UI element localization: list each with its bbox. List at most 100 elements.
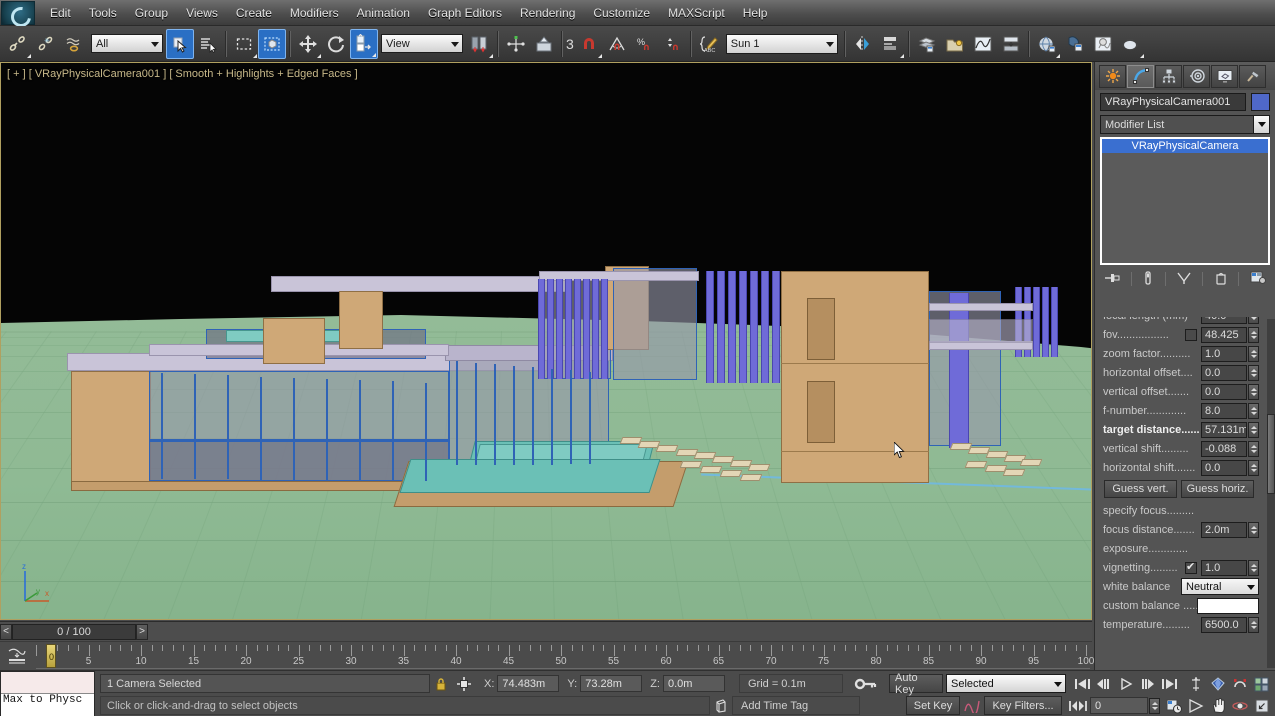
parameter-value-field[interactable]: 0.0 [1201,364,1247,381]
scrollbar-thumb[interactable] [1267,414,1275,494]
percent-snap-toggle-button[interactable]: % [631,29,659,59]
parameter-spinner[interactable] [1248,326,1259,343]
render-setup-button[interactable] [1061,29,1089,59]
set-key-button[interactable]: Set Key [906,696,960,715]
parameter-spinner[interactable] [1248,317,1259,324]
add-time-tag[interactable]: Add Time Tag [732,696,860,715]
parameter-spinner[interactable] [1248,383,1259,400]
parameter-spinner[interactable] [1248,421,1259,438]
absolute-relative-transform-icon[interactable] [452,676,476,691]
auto-key-button[interactable]: Auto Key [888,672,943,696]
menu-item-maxscript[interactable]: MAXScript [659,3,734,23]
next-frame-button[interactable] [1137,673,1159,694]
motion-tab[interactable] [1183,64,1210,88]
go-to-end-button[interactable] [1159,673,1181,694]
select-by-name-button[interactable] [194,29,222,59]
frame-spinner[interactable] [1149,697,1160,714]
selection-filter-combo[interactable]: All [91,34,163,53]
go-to-start-button[interactable] [1071,673,1093,694]
maxscript-mini-listener[interactable]: Max to Physc [0,671,95,716]
configure-sets-icon[interactable] [1250,271,1266,288]
rendered-frame-window-button[interactable] [1089,29,1117,59]
select-and-move-button[interactable] [294,29,322,59]
utilities-tab[interactable] [1239,64,1266,88]
named-selection-set-combo[interactable]: Sun 1 [725,33,838,54]
menu-item-edit[interactable]: Edit [41,3,80,23]
parameter-spinner[interactable] [1248,559,1259,576]
open-mini-curve-editor-button[interactable] [6,646,28,666]
key-mode-combo[interactable]: Selected [945,674,1066,693]
key-filters-button[interactable]: Key Filters... [984,696,1062,715]
previous-frame-button[interactable] [1093,673,1115,694]
key-icon[interactable] [843,677,889,691]
angle-snap-toggle-button[interactable] [603,29,631,59]
parameter-spinner[interactable] [1248,402,1259,419]
select-object-button[interactable] [166,28,194,59]
bind-to-space-warp-button[interactable] [60,29,88,59]
maximize-viewport-button[interactable] [1251,695,1273,716]
mirror-button[interactable] [849,29,877,59]
rollout-scrollbar[interactable] [1267,319,1275,668]
material-editor-button[interactable] [1033,29,1061,59]
parameter-value-field[interactable]: 2.0m [1201,521,1247,538]
menu-item-modifiers[interactable]: Modifiers [281,3,348,23]
zoom-button[interactable] [1185,673,1207,694]
coordinate-field[interactable]: 73.28m [580,675,643,692]
current-frame-field[interactable]: 0 / 100 [12,623,136,640]
reference-coordinate-system-combo[interactable]: View [381,34,463,53]
parameter-value-field[interactable]: 1.0 [1201,345,1247,362]
show-end-result-icon[interactable] [1142,270,1154,288]
next-frame-arrow[interactable]: > [136,623,148,640]
rectangular-selection-region-button[interactable] [230,29,258,59]
key-mode-toggle-button[interactable] [1066,700,1090,712]
menu-item-group[interactable]: Group [126,3,177,23]
parameter-spinner[interactable] [1248,616,1259,633]
zoom-extents-button[interactable] [1229,673,1251,694]
create-tab[interactable] [1099,64,1126,88]
display-tab[interactable] [1211,64,1238,88]
menu-item-customize[interactable]: Customize [584,3,659,23]
parameter-spinner[interactable] [1248,459,1259,476]
menu-item-tools[interactable]: Tools [80,3,126,23]
edit-named-selection-sets-button[interactable]: ABC [695,29,723,59]
viewport[interactable]: [ + ] [ VRayPhysicalCamera001 ] [ Smooth… [0,62,1092,620]
coordinate-field[interactable]: 74.483m [497,675,560,692]
lock-icon[interactable] [430,677,452,691]
select-and-link-button[interactable] [4,29,32,59]
adaptive-degradation-icon[interactable] [710,698,732,713]
object-name-field[interactable]: VRayPhysicalCamera001 [1100,93,1246,111]
modifier-list-combo[interactable]: Modifier List [1100,115,1270,134]
parameter-spinner[interactable] [1248,440,1259,457]
select-and-rotate-button[interactable] [322,29,350,59]
coordinate-field[interactable]: 0.0m [662,675,725,692]
select-and-uniform-scale-button[interactable] [350,28,378,59]
orbit-button[interactable] [1229,695,1251,716]
parameter-value-field[interactable]: -0.088 [1201,440,1247,457]
menu-item-graph-editors[interactable]: Graph Editors [419,3,511,23]
menu-item-create[interactable]: Create [227,3,281,23]
modifier-stack[interactable]: VRayPhysicalCamera [1100,137,1270,265]
pan-view-button[interactable] [1207,695,1229,716]
menu-item-animation[interactable]: Animation [348,3,419,23]
parameter-spinner[interactable] [1248,364,1259,381]
parameter-value-field[interactable]: 40.0 [1201,317,1247,324]
current-frame-input[interactable]: 0 [1090,697,1148,714]
zoom-region-button[interactable] [1251,673,1273,694]
hierarchy-tab[interactable] [1155,64,1182,88]
parameter-value-field[interactable]: 1.0 [1201,559,1247,576]
custom-balance-swatch[interactable] [1197,597,1259,614]
play-animation-button[interactable] [1115,673,1137,694]
keyboard-shortcut-override-button[interactable] [530,29,558,59]
menu-item-rendering[interactable]: Rendering [511,3,584,23]
listener-input-pane[interactable]: Max to Physc [1,694,94,716]
menu-item-views[interactable]: Views [177,3,227,23]
prev-frame-arrow[interactable]: < [0,623,12,640]
toggle-scene-explorer-button[interactable] [941,29,969,59]
align-button[interactable] [877,29,905,59]
parameter-value-field[interactable]: 0.0 [1201,459,1247,476]
time-slider-thumb[interactable]: 0 [46,644,56,668]
menu-item-help[interactable]: Help [734,3,777,23]
key-filter-curve-icon[interactable] [960,698,984,713]
parameter-value-field[interactable]: 0.0 [1201,383,1247,400]
parameter-checkbox[interactable] [1185,560,1197,574]
